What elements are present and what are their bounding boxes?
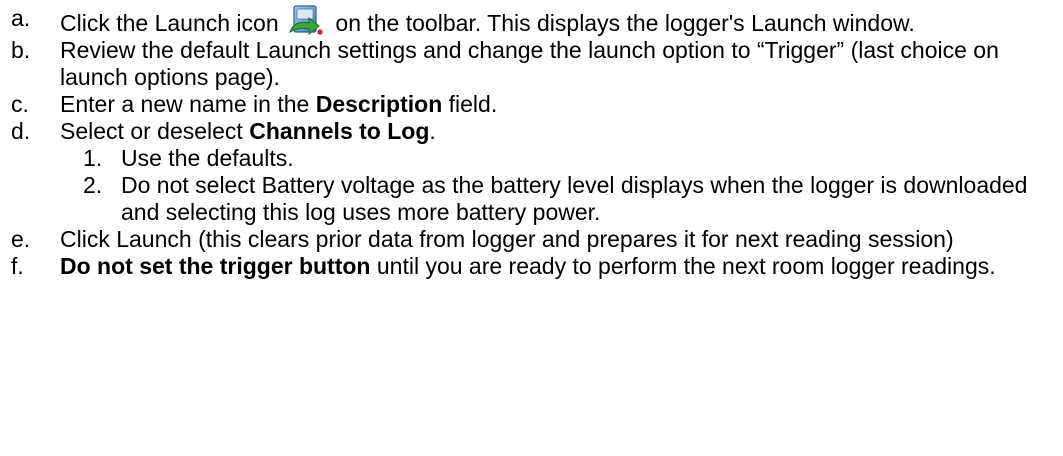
step-d: d. Select or deselect Channels to Log. (0, 118, 1063, 145)
step-marker: e. (11, 226, 31, 252)
step-f: f. Do not set the trigger button until y… (0, 253, 1063, 280)
step-text: until you are ready to perform the next … (376, 253, 996, 279)
step-d-sublist: 1. Use the defaults. 2. Do not select Ba… (0, 145, 1063, 226)
substep-marker: 2. (83, 172, 103, 198)
step-text: Click the Launch icon (60, 10, 279, 36)
step-text: on the toolbar. This displays the logger… (335, 10, 915, 36)
step-e: e. Click Launch (this clears prior data … (0, 226, 1063, 253)
step-text: . (429, 118, 436, 144)
warning-text: Do not set the trigger button (60, 253, 371, 279)
step-text: field. (448, 91, 498, 117)
step-text: Select or deselect (60, 118, 243, 144)
substep-2: 2. Do not select Battery voltage as the … (0, 172, 1063, 226)
step-text: Review the default Launch settings and c… (60, 37, 999, 90)
step-marker: c. (11, 91, 29, 117)
step-marker: d. (11, 118, 31, 144)
field-name: Channels to Log (249, 118, 430, 144)
instruction-list: a. Click the Launch icon on the toolbar.… (0, 0, 1063, 280)
step-text: Click Launch (this clears prior data fro… (60, 226, 954, 252)
substep-text: Do not select Battery voltage as the bat… (121, 172, 1028, 225)
launch-icon (289, 5, 323, 36)
substep-text: Use the defaults. (121, 145, 294, 171)
substep-1: 1. Use the defaults. (0, 145, 1063, 172)
step-marker: b. (11, 37, 31, 63)
step-a: a. Click the Launch icon on the toolbar.… (0, 5, 1063, 37)
substep-marker: 1. (83, 145, 103, 171)
step-marker: a. (11, 5, 31, 31)
field-name: Description (315, 91, 443, 117)
step-marker: f. (11, 253, 24, 279)
step-b: b. Review the default Launch settings an… (0, 37, 1063, 91)
step-c: c. Enter a new name in the Description f… (0, 91, 1063, 118)
step-text: Enter a new name in the (60, 91, 310, 117)
